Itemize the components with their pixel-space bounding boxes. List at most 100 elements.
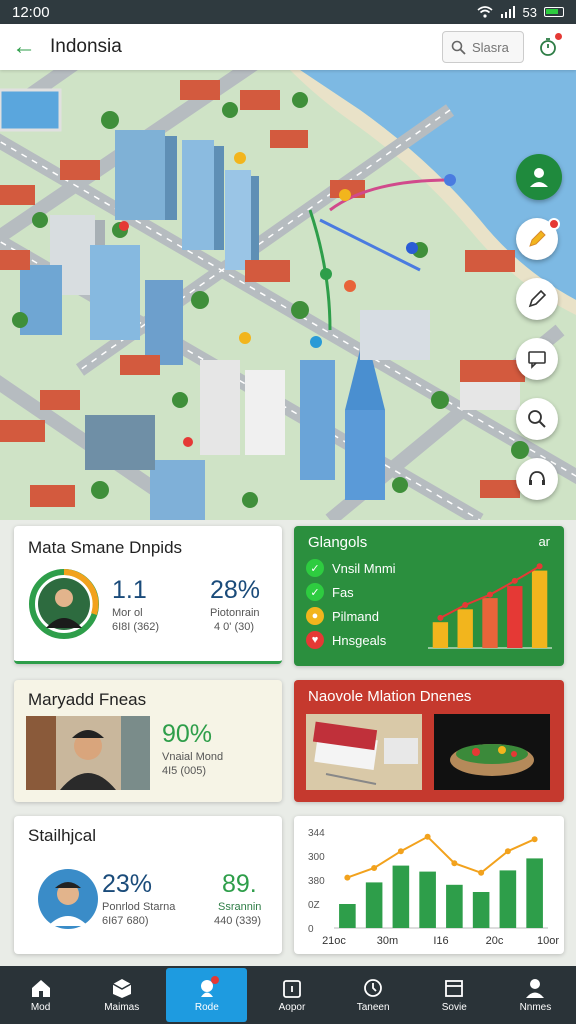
pin-icon: ● (306, 607, 324, 625)
trend-point (504, 848, 511, 855)
map-headset-button[interactable] (516, 458, 558, 500)
timer-icon (540, 38, 556, 56)
heart-icon: ♥ (306, 631, 324, 649)
page-title: Indonsia (50, 36, 122, 57)
app-bar: ← Indonsia (0, 24, 576, 70)
mini-trend-point (536, 563, 543, 570)
chart-bar (365, 882, 383, 928)
progress-ring (29, 569, 99, 639)
status-bar: 12:00 53 (0, 0, 576, 24)
legend-card[interactable]: Glangols ar ✓ Vnsil Mnmi ✓ Fas ● Pilmand ♥ H… (294, 526, 564, 666)
map-illustration (0, 70, 576, 520)
trend-point (371, 865, 378, 871)
map-edit-button[interactable] (516, 218, 560, 260)
matrix-stat1-label: Mor ol (112, 607, 143, 619)
leaf-icon: ✓ (306, 559, 324, 577)
legend-list: ✓ Vnsil Mnmi ✓ Fas ● Pilmand ♥ Hnsgeals (306, 556, 396, 652)
nav-item-sovie[interactable]: Sovie (414, 966, 495, 1024)
pen-icon (528, 289, 547, 308)
x-tick-label: 10or (537, 935, 559, 947)
trend-chart-card[interactable]: 344 300 380 0Z 0 21oc 30m I16 20c 10or (294, 816, 564, 954)
map-profile-button[interactable] (516, 154, 562, 200)
chart-bar (446, 884, 463, 928)
trend-point (451, 860, 458, 867)
legend-card-title: Glangols (308, 534, 368, 551)
marketplace-value: 90% (162, 720, 213, 748)
edit-badge (548, 218, 560, 230)
signal-icon (500, 6, 515, 18)
nav-item-rode[interactable]: Rode (166, 968, 248, 1022)
nav-item-maimas[interactable]: Maimas (81, 966, 162, 1024)
mini-bar-chart (428, 563, 552, 649)
matrix-card[interactable]: Mata Smane Dnpids 1.1 Mor ol 6I8I (362) … (14, 526, 282, 664)
user-badge-icon (530, 168, 548, 187)
city-map[interactable] (0, 70, 576, 520)
back-button[interactable]: ← (12, 33, 42, 61)
chat-icon (528, 351, 546, 369)
y-tick-label: 300 (308, 852, 325, 863)
statistical-stat1-value: 23% (102, 870, 153, 898)
matrix-stat1-sub: 6I8I (362) (112, 621, 160, 633)
chart-bar (339, 904, 356, 928)
nav-item-aopor[interactable]: Aopor (251, 966, 332, 1024)
mini-bar (432, 622, 449, 648)
mini-bar (482, 598, 498, 648)
notifications-button[interactable] (532, 31, 564, 63)
mini-bar (507, 586, 523, 648)
search-icon (528, 410, 546, 428)
nav-item-mod[interactable]: Mod (0, 966, 81, 1024)
marketplace-label: Vnaial Mond (162, 751, 224, 763)
legend-item: ● Pilmand (306, 604, 396, 628)
search-icon (451, 40, 466, 55)
calendar-icon (283, 979, 301, 998)
nation-card-title: Naovole Mlation Dnenes (308, 688, 472, 705)
documents-photo (306, 714, 422, 790)
search-box[interactable] (442, 31, 524, 63)
search-input[interactable] (472, 39, 520, 55)
statistical-card[interactable]: Stailhjcal 23% Ponrlod Starna 6I67 680) … (14, 816, 282, 954)
marketplace-card[interactable]: Maryadd Fneas 90% Vnaial Mond 4I5 (005) (14, 680, 282, 802)
map-action-buttons (516, 154, 562, 500)
mini-trend-point (487, 591, 493, 598)
legend-item: ✓ Fas (306, 580, 396, 604)
nav-item-taneen[interactable]: Taneen (333, 966, 414, 1024)
leaf-icon: ✓ (306, 583, 324, 601)
pencil-icon (529, 230, 546, 247)
y-tick-label: 380 (308, 876, 325, 887)
wifi-icon (477, 6, 493, 18)
marketplace-card-title: Maryadd Fneas (28, 690, 147, 709)
statistical-stat2-label: Ssrannin (218, 901, 262, 913)
y-tick-label: 344 (308, 828, 325, 839)
trend-point (344, 874, 351, 881)
y-tick-label: 0Z (308, 900, 320, 911)
mini-trend-point (462, 602, 469, 608)
mini-trend-point (437, 614, 444, 621)
chart-bar (526, 858, 543, 928)
trend-point (424, 833, 431, 840)
matrix-stat1-value: 1.1 (112, 576, 147, 604)
notification-dot (555, 33, 562, 40)
trend-point (531, 836, 538, 843)
map-message-button[interactable] (516, 338, 558, 380)
avatar (38, 869, 98, 929)
statistical-stat1-sub: 6I67 680) (102, 915, 149, 927)
nav-item-nnmes[interactable]: Nnmes (495, 966, 576, 1024)
clock-icon (364, 978, 383, 997)
legend-card-corner[interactable]: ar (538, 534, 550, 549)
battery-icon (544, 7, 564, 17)
nation-card[interactable]: Naovole Mlation Dnenes (294, 680, 564, 802)
trend-bar-chart: 344 300 380 0Z 0 21oc 30m I16 20c 10or (308, 828, 559, 947)
status-time: 12:00 (12, 3, 50, 21)
statistical-stat2-sub: 440 (339) (214, 915, 262, 927)
matrix-stat2-label: Piotonrain (210, 607, 260, 619)
y-tick-label: 0 (308, 924, 314, 935)
person-photo (26, 716, 150, 790)
headset-icon (529, 471, 545, 485)
matrix-card-title: Mata Smane Dnpids (28, 538, 183, 557)
marketplace-sub: 4I5 (005) (162, 765, 207, 777)
battery-text: 53 (522, 4, 537, 20)
map-draw-button[interactable] (516, 278, 558, 320)
chart-bar (392, 865, 410, 928)
x-tick-label: I16 (433, 935, 448, 947)
map-search-button[interactable] (516, 398, 558, 440)
